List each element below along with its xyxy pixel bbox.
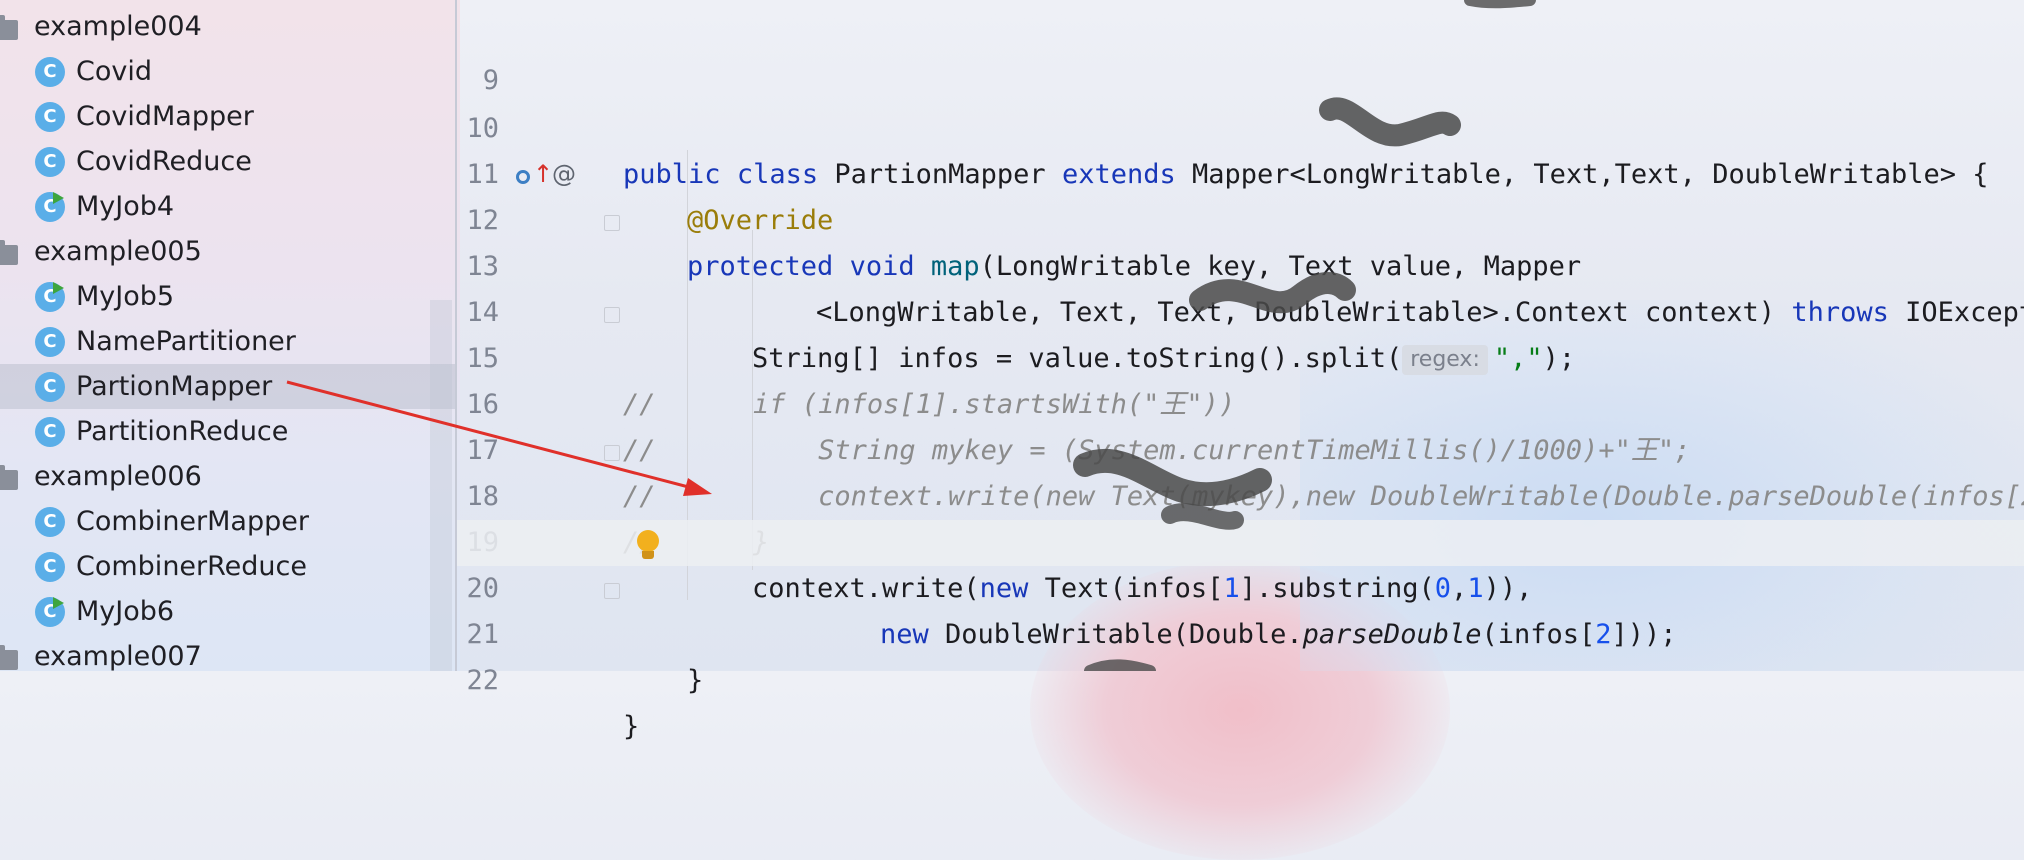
code-text: }	[623, 711, 640, 742]
code-line-18[interactable]: 18 // }	[457, 428, 2024, 558]
class-label: CovidMapper	[76, 101, 254, 132]
class-label: NamePartitioner	[76, 326, 296, 357]
class-icon: C	[35, 56, 65, 87]
code-line-20[interactable]: 20 new DoubleWritable(Double.parseDouble…	[457, 520, 2024, 650]
folder-icon	[0, 240, 18, 265]
class-label: CovidReduce	[76, 146, 252, 177]
class-label: MyJob4	[76, 191, 175, 222]
lightbulb-base-icon	[642, 551, 654, 559]
class-label: PartitionReduce	[76, 416, 289, 447]
tree-package-example005[interactable]: example005	[0, 229, 455, 274]
fold-marker-icon[interactable]	[604, 215, 620, 231]
tree-class-covid[interactable]: C Covid	[0, 49, 455, 94]
implementing-method-icon[interactable]	[516, 170, 530, 184]
fold-marker-icon[interactable]	[604, 583, 620, 599]
folder-icon	[0, 645, 18, 670]
code-text: }	[687, 665, 704, 696]
tree-class-partitionreduce[interactable]: C PartitionReduce	[0, 409, 455, 454]
code-line-21[interactable]: 21 }	[457, 566, 2024, 696]
run-marker-icon	[53, 597, 64, 609]
tree-class-partionmapper[interactable]: C PartionMapper	[0, 364, 455, 409]
tree-class-myjob5[interactable]: C MyJob5	[0, 274, 455, 319]
package-label: example004	[34, 11, 202, 42]
class-icon: C	[35, 506, 65, 537]
tree-class-combinermapper[interactable]: C CombinerMapper	[0, 499, 455, 544]
tree-class-myjob6[interactable]: C MyJob6	[0, 589, 455, 634]
class-label: PartionMapper	[76, 371, 273, 402]
folder-icon	[0, 465, 18, 490]
code-line-16[interactable]: 16 // String mykey = (System.currentTime…	[457, 336, 2024, 466]
package-label: example006	[34, 461, 202, 492]
fold-marker-icon[interactable]	[604, 445, 620, 461]
class-icon: C	[35, 416, 65, 447]
line-number: 22	[466, 665, 499, 696]
code-line-19[interactable]: 19 context.write(new Text(infos[1].subst…	[457, 474, 2024, 604]
class-icon: C	[35, 101, 65, 132]
class-label: MyJob6	[76, 596, 175, 627]
tree-package-example007[interactable]: example007	[0, 634, 455, 679]
tree-class-combinerreduce[interactable]: C CombinerReduce	[0, 544, 455, 589]
tree-class-covidreduce[interactable]: C CovidReduce	[0, 139, 455, 184]
package-label: example007	[34, 641, 202, 672]
tree-package-example004[interactable]: example004	[0, 4, 455, 49]
package-label: example005	[34, 236, 202, 267]
code-line-14[interactable]: 14 String[] infos = value.toString().spl…	[457, 244, 2024, 375]
tree-class-covidmapper[interactable]: C CovidMapper	[0, 94, 455, 139]
class-label: CombinerMapper	[76, 506, 309, 537]
code-line-13[interactable]: 13 <LongWritable, Text, Text, DoubleWrit…	[457, 198, 2024, 328]
code-line-12[interactable]: 12 protected void map(LongWritable key, …	[457, 152, 2024, 282]
tree-package-example006[interactable]: example006	[0, 454, 455, 499]
code-line-22[interactable]: 22 }	[457, 612, 2024, 742]
project-tree: example004 C Covid C CovidMapper C Covid…	[0, 0, 455, 672]
class-icon: C	[35, 326, 65, 357]
code-line-11[interactable]: 11 @Override	[457, 106, 2024, 236]
code-line-17[interactable]: 17 // context.write(new Text(mykey),new …	[457, 382, 2024, 512]
class-icon: C	[35, 551, 65, 582]
fold-marker-icon[interactable]	[604, 307, 620, 323]
code-line-10[interactable]: 10 public class PartionMapper extends Ma…	[457, 60, 2024, 190]
tree-class-namepartitioner[interactable]: C NamePartitioner	[0, 319, 455, 364]
tree-scrollbar[interactable]	[430, 300, 452, 671]
annotation-gutter-icon[interactable]: @	[552, 160, 576, 188]
class-label: MyJob5	[76, 281, 175, 312]
code-editor[interactable]: 9 10 public class PartionMapper extends …	[457, 0, 2024, 742]
class-icon: C	[35, 146, 65, 177]
tree-class-myjob4[interactable]: C MyJob4	[0, 184, 455, 229]
code-line-9[interactable]: 9	[457, 12, 2024, 96]
folder-icon	[0, 15, 18, 40]
run-marker-icon	[53, 282, 64, 294]
run-marker-icon	[53, 192, 64, 204]
lightbulb-icon[interactable]	[637, 530, 659, 552]
code-line-15[interactable]: 15 // if (infos[1].startsWith("王"))	[457, 290, 2024, 420]
class-label: CombinerReduce	[76, 551, 308, 582]
class-icon: C	[35, 371, 65, 402]
overrides-method-arrow-icon[interactable]: ↑	[533, 160, 553, 188]
class-label: Covid	[76, 56, 152, 87]
